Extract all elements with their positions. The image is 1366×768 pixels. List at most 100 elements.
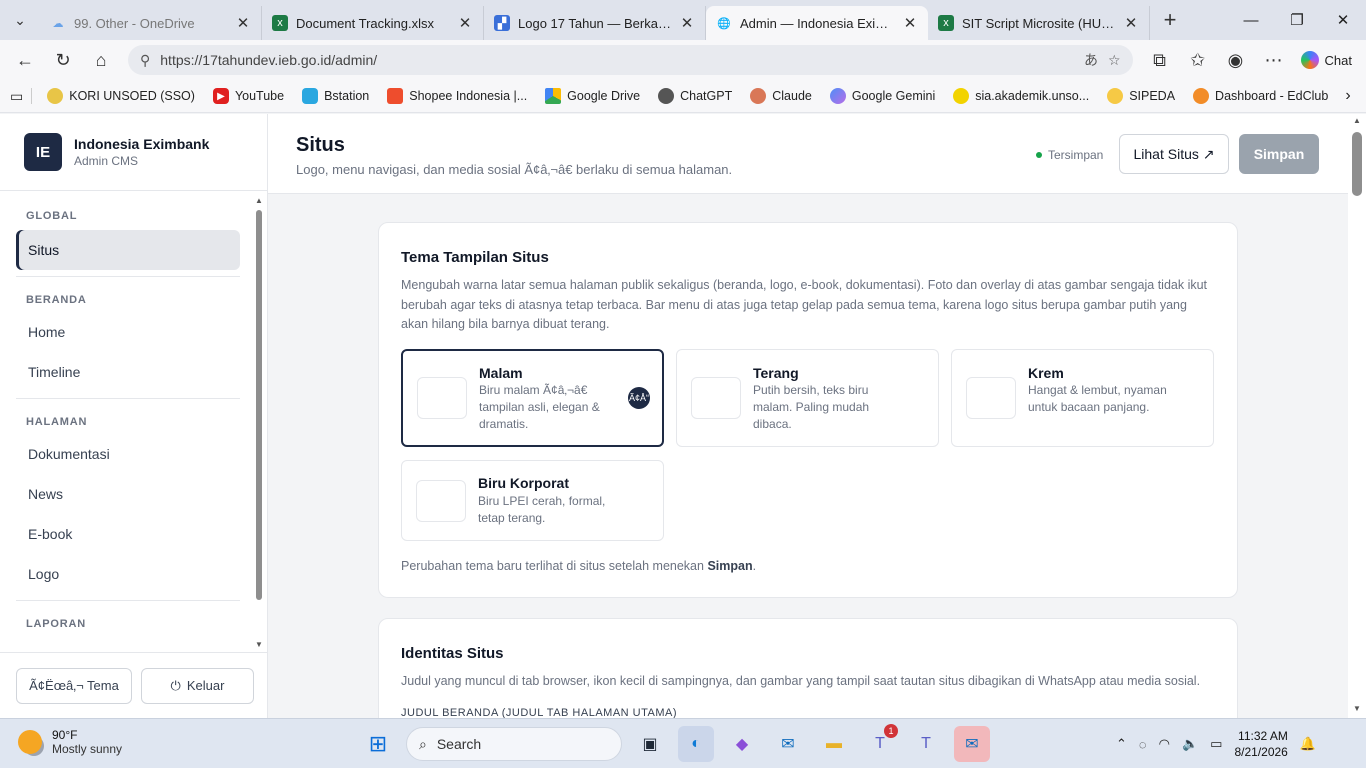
translate-icon[interactable]: あ <box>1084 50 1098 70</box>
scroll-up-icon[interactable]: ▲ <box>255 196 263 205</box>
theme-toggle-button[interactable]: Ã¢Ëœâ‚¬ Tema <box>16 667 132 704</box>
field-label: JUDUL BERANDA (JUDUL TAB HALAMAN UTAMA) <box>401 707 678 718</box>
windows-taskbar: 90°F Mostly sunny ⊞ ⌕ Search ▣ ◐ ◆ ✉ ▬ T… <box>0 718 1366 768</box>
url-text[interactable]: https://17tahundev.ieb.go.id/admin/ <box>160 52 1074 68</box>
theme-option-biru-korporat[interactable]: Biru Korporat Biru LPEI cerah, formal, t… <box>401 460 664 541</box>
scrollbar-thumb[interactable] <box>256 210 262 600</box>
close-tab-icon[interactable]: ✕ <box>235 14 251 32</box>
battery-icon[interactable]: ▭ <box>1210 736 1222 752</box>
bookmark-item[interactable]: Claude <box>743 88 819 104</box>
bookmark-item[interactable]: Dashboard - EdClub <box>1186 88 1335 104</box>
teams-icon[interactable]: T1 <box>862 724 898 762</box>
refresh-icon[interactable]: ↻ <box>46 44 80 76</box>
bookmark-item[interactable]: Google Drive <box>538 88 647 104</box>
bookmark-item[interactable]: Google Gemini <box>823 88 942 104</box>
tab-actions-menu[interactable]: ⌄ <box>0 0 40 40</box>
clock[interactable]: 11:32 AM 8/21/2026 <box>1234 728 1287 760</box>
bookmark-item[interactable]: Bstation <box>295 88 376 104</box>
close-tab-icon[interactable]: ✕ <box>679 14 695 32</box>
view-site-button[interactable]: Lihat Situs ↗ <box>1119 134 1229 174</box>
onedrive-icon: ☁ <box>52 17 64 30</box>
restore-icon[interactable]: ❐ <box>1274 0 1320 40</box>
collections-icon[interactable]: ▭ <box>10 88 23 105</box>
time: 11:32 AM <box>1238 729 1288 743</box>
file-explorer-icon[interactable]: ▬ <box>816 726 852 762</box>
brand-subtitle: Admin CMS <box>74 154 139 168</box>
close-window-icon[interactable]: ✕ <box>1320 0 1366 40</box>
sipeda-icon <box>1107 88 1124 104</box>
bookmark-item[interactable]: ▶ YouTube <box>206 88 291 104</box>
scroll-down-icon[interactable]: ▼ <box>255 640 263 649</box>
chevron-right-icon[interactable]: › <box>1345 87 1350 105</box>
sidebar-nav: GLOBAL Situs BERANDA Home Timeline HALAM… <box>0 192 252 652</box>
sidebar-item-timeline[interactable]: Timeline <box>16 352 240 392</box>
outlook-icon[interactable]: ✉ <box>770 726 806 762</box>
close-tab-icon[interactable]: ✕ <box>902 14 918 32</box>
theme-option-krem[interactable]: Krem Hangat & lembut, nyaman untuk bacaa… <box>951 349 1214 447</box>
tab-title: Admin — Indonesia Eximbank <box>740 15 894 31</box>
chevron-up-icon[interactable]: ⌃ <box>1116 736 1127 752</box>
extensions-icon[interactable]: ⧉ <box>1143 44 1177 76</box>
theme-description: Biru malam Ã¢â‚¬â€ tampilan asli, elegan… <box>479 383 600 431</box>
edclub-icon <box>1193 88 1210 104</box>
minimize-icon[interactable]: — <box>1228 0 1274 40</box>
chatgpt-icon <box>658 88 675 104</box>
favorite-star-icon[interactable]: ☆ <box>1108 52 1121 69</box>
volume-icon[interactable]: 🔈 <box>1182 736 1198 752</box>
m365-icon[interactable]: ◆ <box>724 726 760 762</box>
browser-tab[interactable]: ▞ Logo 17 Tahun — Berkarya, Ber ✕ <box>484 6 706 40</box>
save-button[interactable]: Simpan <box>1239 134 1319 174</box>
bookmark-item[interactable]: SIPEDA <box>1100 88 1182 104</box>
scroll-up-icon[interactable]: ▲ <box>1353 116 1361 125</box>
close-tab-icon[interactable]: ✕ <box>1123 14 1139 32</box>
address-bar[interactable]: ⚲ https://17tahundev.ieb.go.id/admin/ あ … <box>128 45 1133 75</box>
theme-option-terang[interactable]: Terang Putih bersih, teks biru malam. Pa… <box>676 349 939 447</box>
network-status-icon[interactable]: ◌ <box>1139 737 1147 752</box>
nav-group-halaman: HALAMAN <box>26 416 88 428</box>
browser-tab-active[interactable]: 🌐 Admin — Indonesia Eximbank ✕ <box>706 6 928 40</box>
bookmark-item[interactable]: KORI UNSOED (SSO) <box>40 88 202 104</box>
weather-widget[interactable]: 90°F Mostly sunny <box>18 728 122 756</box>
edge-icon[interactable]: ◐ <box>678 726 714 762</box>
more-menu-icon[interactable]: ⋯ <box>1257 44 1291 76</box>
bookmark-item[interactable]: sia.akademik.unso... <box>946 88 1096 104</box>
google-drive-icon <box>545 88 562 104</box>
browser-tab[interactable]: ☁ 99. Other - OneDrive ✕ <box>40 6 262 40</box>
theme-option-malam[interactable]: Malam Biru malam Ã¢â‚¬â€ tampilan asli, … <box>401 349 664 447</box>
wifi-icon[interactable]: ◠ <box>1159 736 1170 752</box>
date: 8/21/2026 <box>1234 745 1288 759</box>
sidebar-item-news[interactable]: News <box>16 474 240 514</box>
page-scrollbar[interactable]: ▲ ▼ <box>1348 114 1366 718</box>
site-info-icon[interactable]: ⚲ <box>140 52 150 69</box>
sidebar-scrollbar[interactable]: ▲ ▼ <box>255 196 263 649</box>
browser-tab[interactable]: x SIT Script Microsite (HUT 17 LP ✕ <box>928 6 1150 40</box>
sidebar-item-situs[interactable]: Situs <box>16 230 240 270</box>
bookmark-label: Claude <box>772 89 812 103</box>
outlook-new-icon[interactable]: ✉ <box>954 726 990 762</box>
back-icon[interactable]: ← <box>8 44 42 76</box>
notifications-icon[interactable]: 🔔 <box>1300 736 1316 752</box>
bookmark-item[interactable]: ChatGPT <box>651 88 739 104</box>
close-tab-icon[interactable]: ✕ <box>457 14 473 32</box>
search-icon: ⌕ <box>419 735 427 752</box>
profile-icon[interactable]: ◉ <box>1219 44 1253 76</box>
browser-tab[interactable]: x Document Tracking.xlsx ✕ <box>262 6 484 40</box>
globe-icon: 🌐 <box>717 17 731 30</box>
sidebar-item-ebook[interactable]: E-book <box>16 514 240 554</box>
teams-classic-icon[interactable]: T <box>908 726 944 762</box>
favorites-icon[interactable]: ✩ <box>1181 44 1215 76</box>
scroll-down-icon[interactable]: ▼ <box>1353 704 1361 713</box>
task-view-icon[interactable]: ▣ <box>632 726 668 762</box>
browser-toolbar: ← ↻ ⌂ ⚲ https://17tahundev.ieb.go.id/adm… <box>0 40 1366 80</box>
sidebar-item-home[interactable]: Home <box>16 312 240 352</box>
scrollbar-thumb[interactable] <box>1352 132 1362 196</box>
windows-start-icon[interactable]: ⊞ <box>360 726 396 762</box>
copilot-chat-button[interactable]: Chat <box>1295 51 1358 69</box>
sidebar-item-dokumentasi[interactable]: Dokumentasi <box>16 434 240 474</box>
home-icon[interactable]: ⌂ <box>84 44 118 76</box>
bookmark-item[interactable]: Shopee Indonesia |... <box>380 88 534 104</box>
new-tab-button[interactable]: + <box>1150 7 1190 33</box>
logout-button[interactable]: ⏻ Keluar <box>140 667 254 704</box>
taskbar-search[interactable]: ⌕ Search <box>406 727 622 761</box>
sidebar-item-logo[interactable]: Logo <box>16 554 240 594</box>
